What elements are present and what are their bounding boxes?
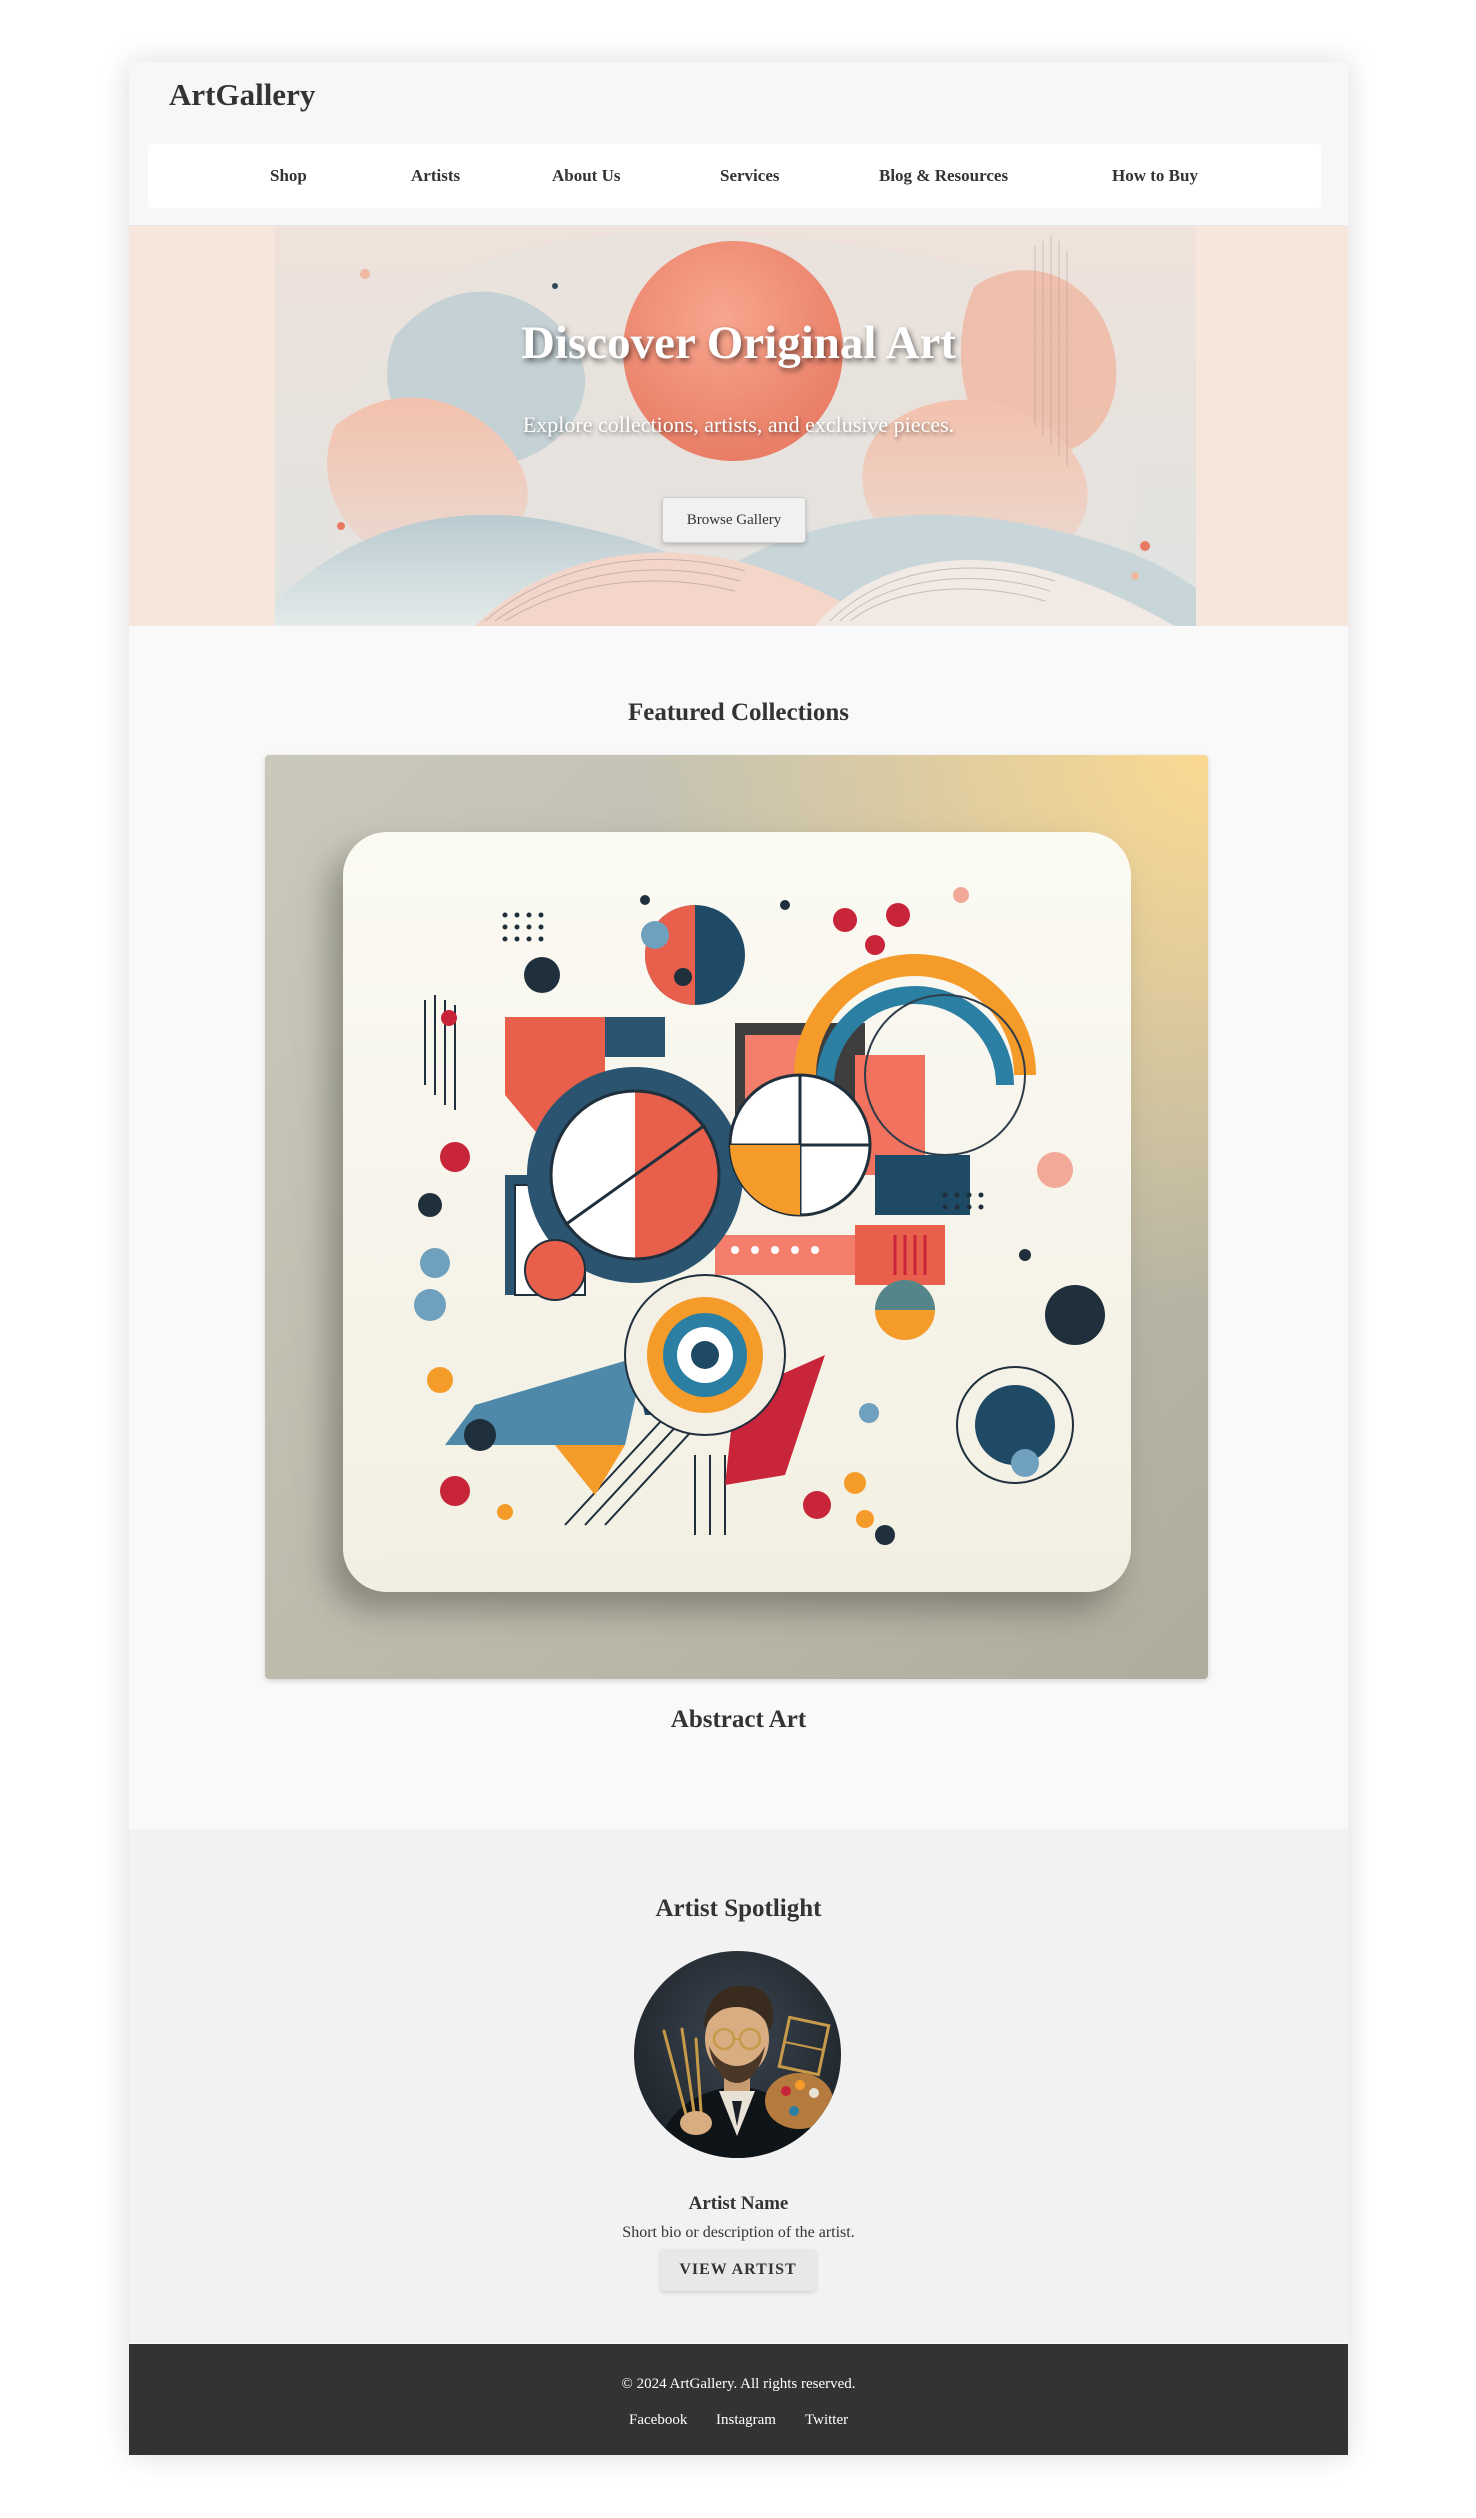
site-footer: © 2024 ArtGallery. All rights reserved. … <box>129 2344 1348 2455</box>
footer-link-facebook[interactable]: Facebook <box>629 2412 687 2429</box>
collection-caption-abstract-art: Abstract Art <box>670 1706 807 1733</box>
artist-spotlight-section: Artist Spotlight Artist Name Short bio o… <box>129 1829 1348 2343</box>
featured-collections-title: Featured Collections <box>627 699 850 726</box>
footer-link-instagram[interactable]: Instagram <box>716 2412 776 2429</box>
nav-item-about-us[interactable]: About Us <box>552 166 621 186</box>
nav-item-blog-resources[interactable]: Blog & Resources <box>879 166 1008 186</box>
collection-card-abstract-art[interactable] <box>265 755 1208 1679</box>
hero-subtitle: Explore collections, artists, and exclus… <box>522 412 955 437</box>
hero-banner: Discover Original Art Explore collection… <box>129 226 1348 626</box>
footer-link-twitter[interactable]: Twitter <box>805 2412 848 2429</box>
artist-bio: Short bio or description of the artist. <box>622 2224 855 2241</box>
nav-item-shop[interactable]: Shop <box>270 166 307 186</box>
site-logo[interactable]: ArtGallery <box>169 76 315 115</box>
view-artist-button[interactable]: VIEW ARTIST <box>660 2249 816 2291</box>
artist-name: Artist Name <box>688 2193 789 2214</box>
artist-portrait-image <box>634 1951 841 2158</box>
page-container: ArtGallery Shop Artists About Us Service… <box>129 62 1348 2455</box>
nav-item-how-to-buy[interactable]: How to Buy <box>1112 166 1198 186</box>
site-header: ArtGallery Shop Artists About Us Service… <box>129 62 1348 226</box>
artist-spotlight-title: Artist Spotlight <box>655 1895 822 1922</box>
copyright-text: © 2024 ArtGallery. All rights reserved. <box>621 2376 856 2392</box>
nav-item-services[interactable]: Services <box>720 166 779 186</box>
nav-item-artists[interactable]: Artists <box>411 166 460 186</box>
abstract-art-image <box>265 755 1208 1679</box>
browse-gallery-button[interactable]: Browse Gallery <box>662 497 806 543</box>
artist-avatar[interactable] <box>634 1951 841 2158</box>
main-nav: Shop Artists About Us Services Blog & Re… <box>148 144 1321 208</box>
hero-title: Discover Original Art <box>520 317 957 369</box>
